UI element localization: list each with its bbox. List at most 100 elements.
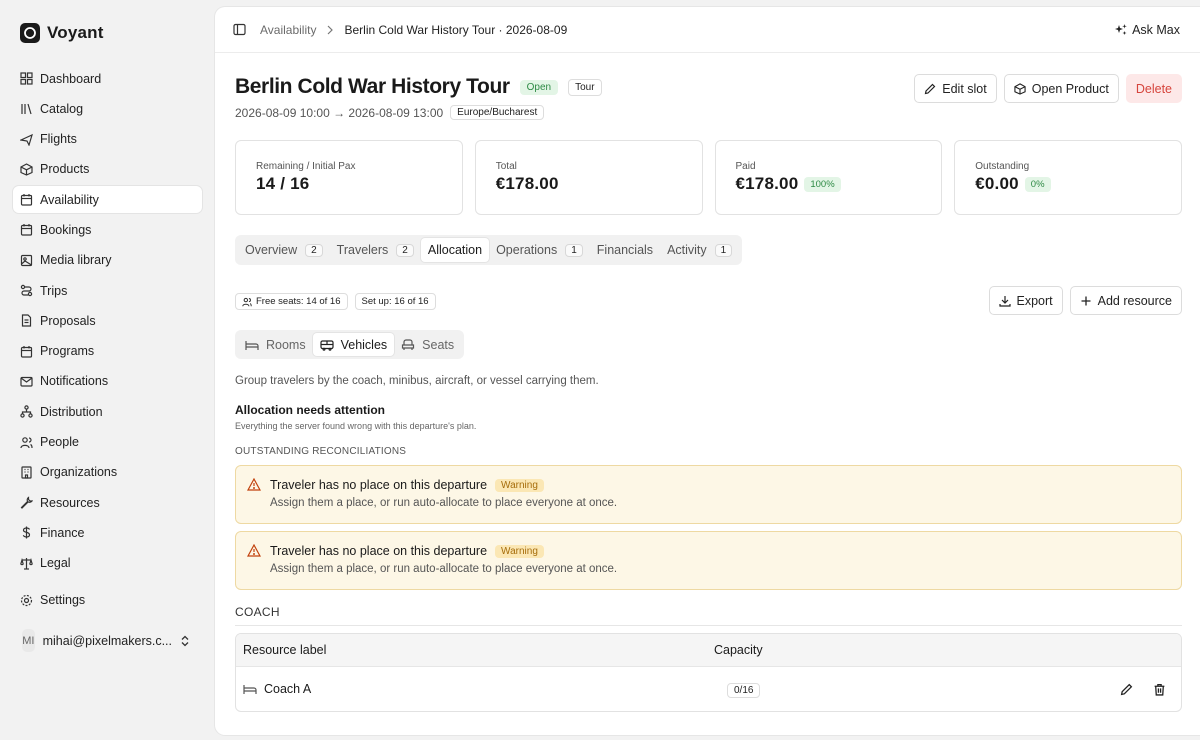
users-icon: [242, 297, 252, 307]
warning-card: Traveler has no place on this departure …: [235, 531, 1182, 590]
sidebar-item-catalog[interactable]: Catalog: [13, 95, 202, 122]
sidebar-item-label: Media library: [40, 253, 112, 268]
warning-title: Traveler has no place on this departure: [270, 544, 488, 558]
sidebar-item-bookings[interactable]: Bookings: [13, 216, 202, 243]
sidebar-item-flights[interactable]: Flights: [13, 126, 202, 153]
sidebar-item-label: Programs: [40, 344, 95, 359]
ask-max-label: Ask Max: [1132, 22, 1180, 37]
sidebar-item-dashboard[interactable]: Dashboard: [13, 65, 202, 92]
detail-tabs: Overview 2 Travelers 2 Allocation Operatio…: [235, 235, 743, 265]
tab-financials[interactable]: Financials: [590, 238, 660, 262]
sidebar-item-availability[interactable]: Availability: [13, 186, 202, 214]
edit-slot-button[interactable]: Edit slot: [914, 74, 997, 103]
dollar-icon: [20, 526, 33, 539]
brand[interactable]: Voyant: [20, 20, 202, 46]
sidebar-item-media-library[interactable]: Media library: [13, 247, 202, 274]
sidebar-item-trips[interactable]: Trips: [13, 277, 202, 304]
table-row[interactable]: Coach A 0/16: [236, 667, 1181, 711]
resource-label-cell: Coach A: [236, 682, 714, 696]
sidebar-item-resources[interactable]: Resources: [13, 489, 202, 516]
tab-allocation[interactable]: Allocation: [420, 238, 490, 262]
tab-vehicles[interactable]: Vehicles: [312, 333, 395, 356]
sidebar-item-proposals[interactable]: Proposals: [13, 307, 202, 334]
percent-badge: 0%: [1024, 176, 1051, 192]
warning-body: Assign them a place, or run auto-allocat…: [270, 563, 618, 575]
sidebar-item-label: Availability: [40, 192, 99, 207]
ask-max-button[interactable]: Ask Max: [1114, 23, 1180, 37]
open-product-label: Open Product: [1031, 81, 1109, 96]
tab-seats[interactable]: Seats: [394, 333, 461, 356]
warning-header: Traveler has no place on this departure …: [270, 478, 1181, 492]
stat-value: 14 / 16: [256, 174, 310, 193]
breadcrumb-link-availability[interactable]: Availability: [260, 23, 316, 37]
stat-value-row: 14 / 16: [256, 174, 462, 194]
stat-value-row: €0.00 0%: [975, 174, 1181, 194]
sidebar-item-programs[interactable]: Programs: [13, 338, 202, 365]
tab-activity[interactable]: Activity 1: [660, 238, 739, 262]
user-menu[interactable]: MI mihai@pixelmakers.c...: [13, 626, 202, 656]
stat-value: €178.00: [735, 174, 799, 193]
edit-resource-icon[interactable]: [1120, 683, 1133, 696]
open-product-button[interactable]: Open Product: [1003, 74, 1119, 103]
stat-value: €0.00: [975, 174, 1019, 193]
sidebar-item-label: Distribution: [40, 404, 103, 419]
tab-label: Vehicles: [340, 337, 388, 352]
stat-card-remaining: Remaining / Initial Pax 14 / 16: [235, 140, 463, 215]
dashboard-icon: [20, 72, 33, 85]
warning-header: Traveler has no place on this departure …: [270, 544, 1181, 558]
tab-count: 2: [396, 243, 414, 257]
slot-dates: 2026-08-09 10:00 → 2026-08-09 13:00 Euro…: [235, 105, 545, 120]
tab-rooms[interactable]: Rooms: [238, 333, 313, 356]
tab-label: Overview: [245, 243, 298, 257]
resource-table: Resource label Capacity Coach A 0/16: [235, 633, 1182, 712]
tab-label: Financials: [596, 243, 654, 257]
tab-travelers[interactable]: Travelers 2: [330, 238, 421, 262]
building-icon: [20, 466, 33, 479]
logo-icon: [20, 23, 40, 43]
timezone-badge: Europe/Bucharest: [450, 105, 545, 120]
calendar-icon: [20, 193, 33, 206]
table-header: Resource label Capacity: [236, 634, 1181, 667]
sidebar-item-label: Settings: [40, 593, 86, 608]
sidebar-toggle-icon[interactable]: [233, 23, 246, 36]
export-label: Export: [1016, 293, 1053, 308]
sidebar-item-label: Finance: [40, 525, 85, 540]
package-icon: [20, 163, 33, 176]
add-resource-button[interactable]: Add resource: [1069, 286, 1182, 315]
warning-icon: [247, 478, 261, 491]
avatar: MI: [22, 629, 35, 653]
stat-card-paid: Paid €178.00 100%: [714, 140, 943, 215]
sidebar-item-settings[interactable]: Settings: [13, 587, 202, 614]
download-icon: [998, 295, 1011, 307]
plus-icon: [1080, 295, 1092, 307]
free-seats-chip: Free seats: 14 of 16: [235, 293, 348, 310]
sidebar-item-notifications[interactable]: Notifications: [13, 368, 202, 395]
sidebar-item-legal[interactable]: Legal: [13, 550, 202, 577]
allocation-actions: Export Add resource: [988, 286, 1182, 315]
pencil-icon: [924, 83, 936, 95]
calendar-icon: [20, 223, 33, 237]
allocation-chips: Free seats: 14 of 16 Set up: 16 of 16: [235, 293, 436, 310]
users-icon: [20, 436, 33, 449]
add-resource-label: Add resource: [1097, 293, 1172, 308]
breadcrumb: Availability Berlin Cold War History Tou…: [260, 23, 1114, 37]
sidebar-item-distribution[interactable]: Distribution: [13, 398, 202, 425]
date-range: 2026-08-09 10:00 → 2026-08-09 13:00: [235, 105, 444, 120]
sidebar-item-products[interactable]: Products: [13, 156, 202, 183]
stat-label: Paid: [735, 161, 756, 172]
tab-operations[interactable]: Operations 1: [489, 238, 590, 262]
sidebar-item-people[interactable]: People: [13, 429, 202, 456]
warning-card: Traveler has no place on this departure …: [235, 465, 1182, 524]
column-header-label: Resource label: [243, 643, 327, 657]
delete-button[interactable]: Delete: [1125, 74, 1182, 103]
mail-icon: [20, 375, 33, 388]
tab-overview[interactable]: Overview 2: [238, 238, 330, 262]
allocation-toolbar: Free seats: 14 of 16 Set up: 16 of 16 Ex…: [235, 286, 1182, 316]
sidebar-item-organizations[interactable]: Organizations: [13, 459, 202, 486]
edit-slot-label: Edit slot: [942, 81, 987, 96]
sidebar-item-finance[interactable]: Finance: [13, 519, 202, 546]
export-button[interactable]: Export: [988, 286, 1063, 315]
trash-icon[interactable]: [1153, 683, 1166, 696]
header-actions: Edit slot Open Product Delete: [914, 74, 1182, 103]
bed-icon: [245, 339, 259, 351]
